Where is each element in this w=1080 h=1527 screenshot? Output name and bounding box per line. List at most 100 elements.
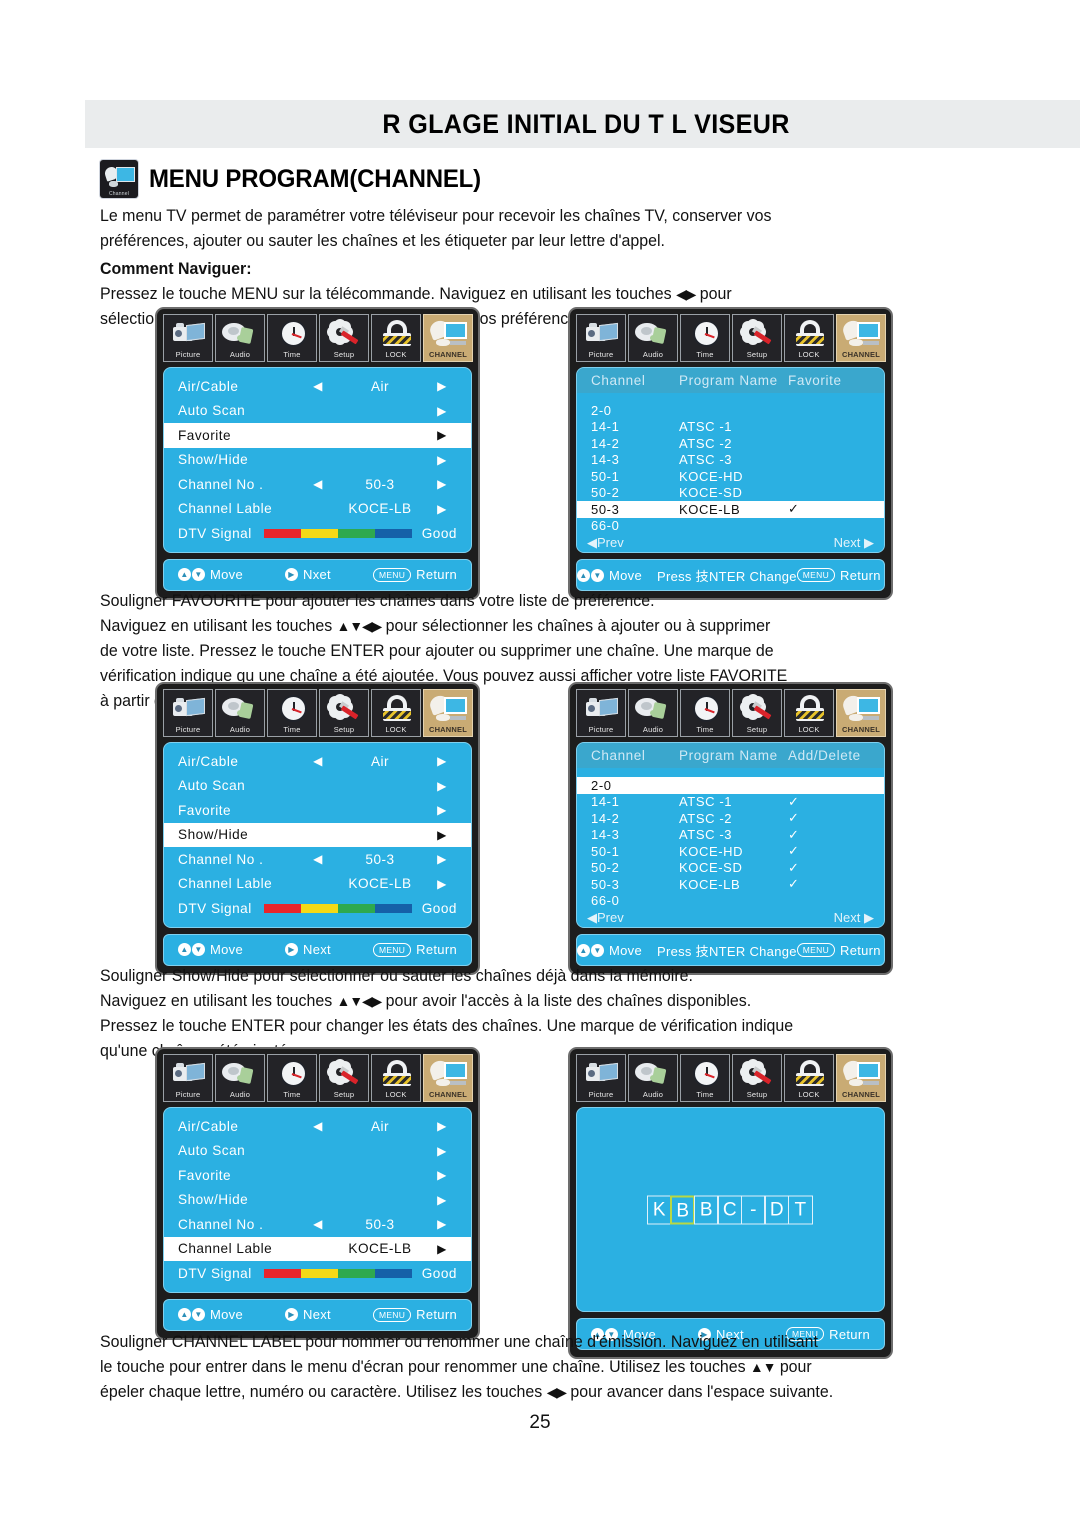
osd-tab-picture[interactable]: Picture [576,1054,626,1102]
osd-label-edit-screen[interactable]: KBBC-DT [576,1107,885,1312]
osd-menu-list[interactable]: Air/Cable ◀ Air ▶ Auto Scan ▶ Favorite ▶ Show/Hi… [163,367,472,553]
tv-osd-panel-adddelete-list[interactable]: Picture Audio Time Setup LOCK CHANNEL Channel… [568,682,893,975]
channel-list-row[interactable]: 50-3 KOCE-LB ✓ [577,501,884,518]
left-arrow-icon[interactable]: ◀ [303,1217,333,1231]
prev-page-button[interactable]: ◀Prev [587,910,624,926]
osd-tab-lock[interactable]: LOCK [371,314,421,362]
tv-osd-panel-showhide-menu[interactable]: Picture Audio Time Setup LOCK CHANNEL Air/Cab… [155,682,480,975]
right-arrow-icon[interactable]: ▶ [427,379,457,393]
channel-list-row[interactable]: 50-1 KOCE-HD ✓ [577,843,884,860]
right-arrow-icon[interactable]: ▶ [427,502,457,516]
osd-menu-row[interactable]: Favorite ▶ [164,1163,471,1188]
osd-menu-row[interactable]: Channel No . ◀ 50-3 ▶ [164,472,471,497]
channel-list-row[interactable]: 14-1 ATSC -1 ✓ [577,794,884,811]
right-arrow-icon[interactable]: ▶ [427,404,457,418]
osd-icon-bar[interactable]: Picture Audio Time Setup LOCK CHANNEL [163,314,473,362]
right-arrow-icon[interactable]: ▶ [427,1217,457,1231]
right-arrow-icon[interactable]: ▶ [427,428,457,442]
osd-menu-list[interactable]: Air/Cable ◀ Air ▶ Auto Scan ▶ Favorite ▶ Show/Hi… [163,742,472,928]
osd-tab-time[interactable]: Time [680,689,730,737]
osd-tab-picture[interactable]: Picture [576,314,626,362]
channel-list-row[interactable]: 14-3 ATSC -3 ✓ [577,827,884,844]
right-arrow-icon[interactable]: ▶ [427,1144,457,1158]
channel-list-row[interactable]: 14-3 ATSC -3 [577,452,884,469]
right-arrow-icon[interactable]: ▶ [427,453,457,467]
channel-list-row[interactable]: 50-3 KOCE-LB ✓ [577,876,884,893]
right-arrow-icon[interactable]: ▶ [427,779,457,793]
channel-list-row[interactable]: 50-1 KOCE-HD [577,468,884,485]
osd-menu-row[interactable]: Air/Cable ◀ Air ▶ [164,1114,471,1139]
osd-tab-picture[interactable]: Picture [163,689,213,737]
osd-menu-row[interactable]: Auto Scan ▶ [164,1139,471,1164]
osd-menu-row[interactable]: Show/Hide ▶ [164,1188,471,1213]
channel-list-row[interactable]: 14-1 ATSC -1 [577,419,884,436]
osd-channel-list[interactable]: Channel Program Name Favorite 2-0 14-1 ATSC -… [576,367,885,553]
channel-label-character-box[interactable]: C [717,1195,743,1224]
osd-tab-picture[interactable]: Picture [163,1054,213,1102]
channel-label-character-box[interactable]: K [646,1195,672,1224]
osd-tab-time[interactable]: Time [267,689,317,737]
channel-list-row[interactable]: 2-0 [577,777,884,794]
channel-label-boxes[interactable]: KBBC-DT [577,1195,884,1224]
osd-tab-time[interactable]: Time [680,1054,730,1102]
right-arrow-icon[interactable]: ▶ [427,1242,457,1256]
right-arrow-icon[interactable]: ▶ [427,828,457,842]
right-arrow-icon[interactable]: ▶ [427,1119,457,1133]
osd-tab-lock[interactable]: LOCK [371,1054,421,1102]
channel-list-row[interactable]: 2-0 [577,402,884,419]
osd-tab-time[interactable]: Time [680,314,730,362]
prev-page-button[interactable]: ◀Prev [587,535,624,551]
right-arrow-icon[interactable]: ▶ [427,1193,457,1207]
osd-tab-picture[interactable]: Picture [163,314,213,362]
osd-tab-picture[interactable]: Picture [576,689,626,737]
channel-list-row[interactable]: 50-2 KOCE-SD ✓ [577,860,884,877]
osd-tab-lock[interactable]: LOCK [784,1054,834,1102]
channel-list-row[interactable]: 50-2 KOCE-SD [577,485,884,502]
right-arrow-icon[interactable]: ▶ [427,877,457,891]
osd-menu-row[interactable]: Air/Cable ◀ Air ▶ [164,749,471,774]
channel-list-row[interactable]: 66-0 [577,518,884,535]
osd-menu-row[interactable]: Air/Cable ◀ Air ▶ [164,374,471,399]
osd-menu-list[interactable]: Air/Cable ◀ Air ▶ Auto Scan ▶ Favorite ▶ Show/Hi… [163,1107,472,1293]
channel-label-character-box[interactable]: - [740,1195,766,1224]
right-arrow-icon[interactable]: ▶ [427,1168,457,1182]
right-arrow-icon[interactable]: ▶ [427,803,457,817]
osd-tab-lock[interactable]: LOCK [784,314,834,362]
channel-list-row[interactable]: 14-2 ATSC -2 ✓ [577,810,884,827]
left-arrow-icon[interactable]: ◀ [303,1119,333,1133]
osd-tab-channel[interactable]: CHANNEL [423,314,473,362]
osd-menu-row[interactable]: Favorite ▶ [164,798,471,823]
osd-tab-channel[interactable]: CHANNEL [423,1054,473,1102]
channel-label-character-box[interactable]: T [787,1195,813,1224]
osd-tab-audio[interactable]: Audio [215,1054,265,1102]
osd-tab-setup[interactable]: Setup [732,314,782,362]
osd-channel-list[interactable]: Channel Program Name Add/Delete 2-0 14-1 ATSC… [576,742,885,928]
tv-osd-panel-label-editor[interactable]: Picture Audio Time Setup LOCK CHANNEL KBBC-DT… [568,1047,893,1359]
osd-tab-channel[interactable]: CHANNEL [423,689,473,737]
osd-tab-setup[interactable]: Setup [319,1054,369,1102]
channel-list-row[interactable]: 66-0 [577,893,884,910]
osd-tab-lock[interactable]: LOCK [784,689,834,737]
osd-icon-bar[interactable]: Picture Audio Time Setup LOCK CHANNEL [576,1054,886,1102]
channel-list-pager[interactable]: ◀Prev Next ▶ [577,909,884,927]
osd-tab-audio[interactable]: Audio [628,689,678,737]
osd-tab-audio[interactable]: Audio [628,1054,678,1102]
osd-menu-row[interactable]: Channel Lable KOCE-LB ▶ [164,872,471,897]
osd-tab-channel[interactable]: CHANNEL [836,689,886,737]
osd-icon-bar[interactable]: Picture Audio Time Setup LOCK CHANNEL [163,1054,473,1102]
right-arrow-icon[interactable]: ▶ [427,754,457,768]
osd-menu-row[interactable]: Show/Hide ▶ [164,448,471,473]
osd-tab-lock[interactable]: LOCK [371,689,421,737]
osd-icon-bar[interactable]: Picture Audio Time Setup LOCK CHANNEL [163,689,473,737]
osd-tab-time[interactable]: Time [267,314,317,362]
osd-tab-channel[interactable]: CHANNEL [836,1054,886,1102]
channel-list-pager[interactable]: ◀Prev Next ▶ [577,534,884,552]
osd-menu-row[interactable]: Auto Scan ▶ [164,774,471,799]
left-arrow-icon[interactable]: ◀ [303,852,333,866]
osd-menu-row[interactable]: Channel Lable KOCE-LB ▶ [164,1236,471,1261]
osd-tab-setup[interactable]: Setup [732,1054,782,1102]
osd-icon-bar[interactable]: Picture Audio Time Setup LOCK CHANNEL [576,689,886,737]
channel-label-character-box[interactable]: B [670,1195,696,1224]
channel-label-character-box[interactable]: B [693,1195,719,1224]
osd-tab-audio[interactable]: Audio [215,689,265,737]
